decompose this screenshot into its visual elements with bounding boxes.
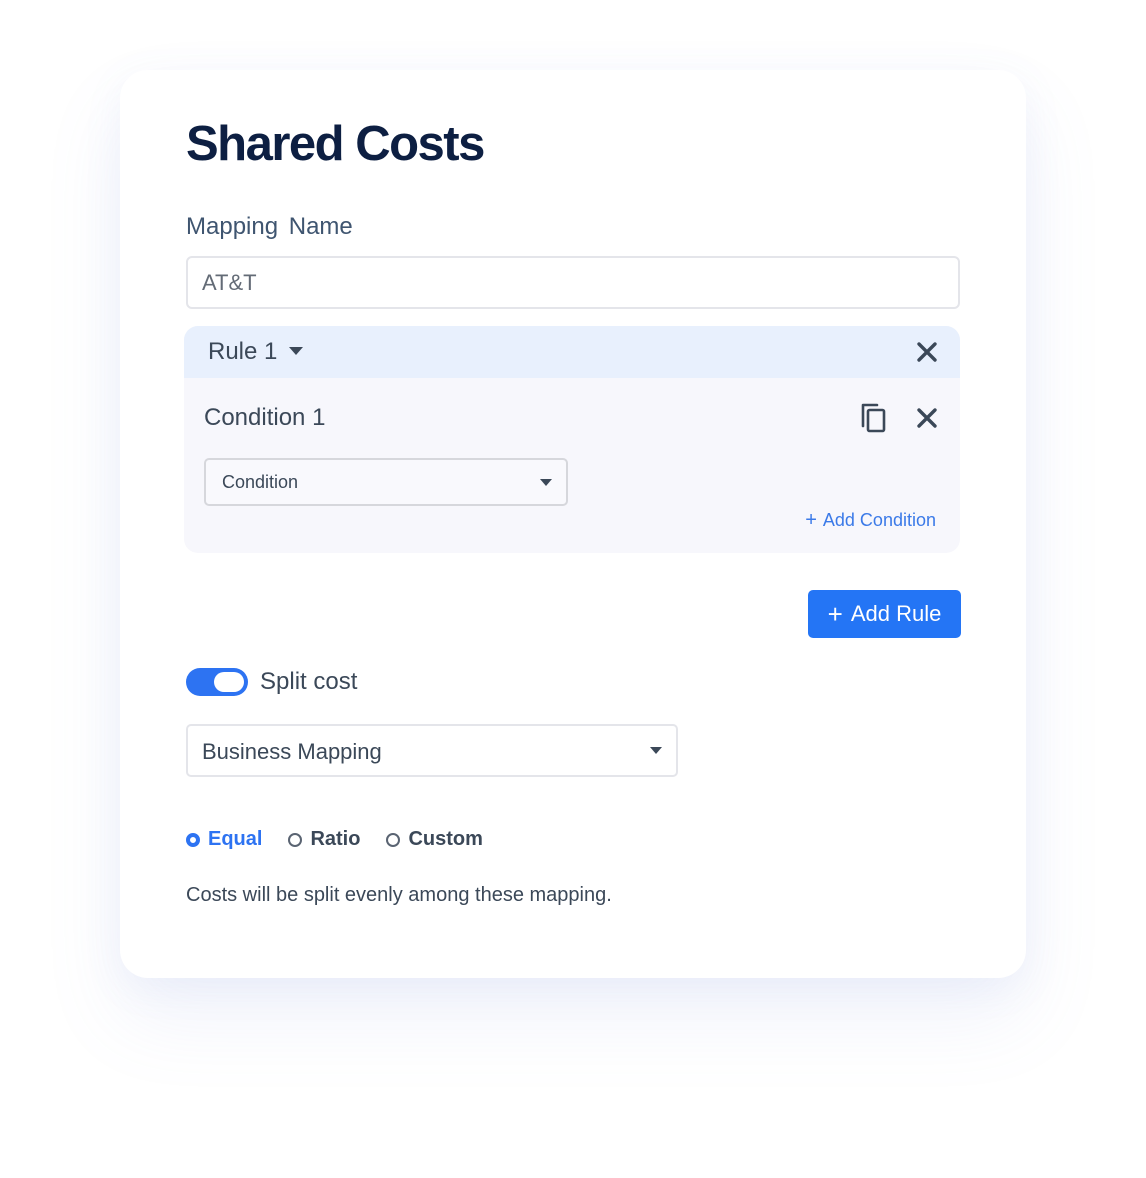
split-cost-label: Split cost [260, 668, 358, 695]
radio-ratio[interactable]: Ratio [288, 828, 360, 851]
rule-header: Rule 1 [184, 326, 960, 378]
toggle-knob [214, 672, 244, 692]
split-description: Costs will be split evenly among these m… [186, 884, 612, 906]
condition-select-value: Condition [222, 472, 299, 492]
caret-down-icon [289, 347, 304, 356]
add-rule-label: Add Rule [850, 601, 942, 626]
remove-condition-button[interactable] [916, 407, 938, 434]
split-method-radio-group: Equal Ratio Custom [186, 828, 483, 851]
duplicate-condition-button[interactable] [860, 402, 888, 439]
radio-custom[interactable]: Custom [386, 828, 483, 851]
add-condition-label: Add Condition [822, 510, 936, 530]
business-mapping-select[interactable]: Business Mapping [186, 724, 678, 777]
radio-custom-label: Custom [408, 828, 483, 850]
plus-icon: + [827, 599, 843, 629]
mapping-name-input[interactable] [186, 256, 960, 309]
business-mapping-value: Business Mapping [202, 739, 382, 764]
radio-selected-icon [186, 832, 200, 847]
copy-icon [861, 403, 886, 433]
close-icon [917, 408, 937, 428]
page-title: Shared Costs [186, 117, 485, 171]
radio-equal-label: Equal [208, 828, 263, 850]
add-condition-link[interactable]: + Add Condition [805, 509, 936, 532]
split-cost-toggle[interactable] [186, 668, 248, 696]
shared-costs-card: Shared Costs Mapping Name Rule 1 Conditi… [120, 70, 1026, 978]
rule-dropdown-toggle[interactable]: Rule 1 [208, 338, 304, 366]
condition-select[interactable]: Condition [204, 458, 568, 506]
remove-rule-button[interactable] [916, 341, 938, 368]
rule-title: Rule 1 [208, 338, 278, 365]
radio-ratio-label: Ratio [310, 828, 361, 850]
caret-down-icon [540, 479, 552, 486]
close-icon [917, 342, 937, 362]
condition-title: Condition 1 [204, 404, 326, 431]
radio-equal[interactable]: Equal [186, 828, 262, 851]
add-rule-button[interactable]: + Add Rule [808, 590, 961, 638]
radio-unselected-icon [288, 832, 303, 847]
caret-down-icon [650, 747, 662, 754]
radio-unselected-icon [386, 832, 401, 847]
rule-panel: Rule 1 Condition 1 Condition + Add Condi… [184, 326, 960, 553]
mapping-name-label: Mapping Name [186, 213, 353, 240]
plus-icon: + [805, 509, 817, 531]
